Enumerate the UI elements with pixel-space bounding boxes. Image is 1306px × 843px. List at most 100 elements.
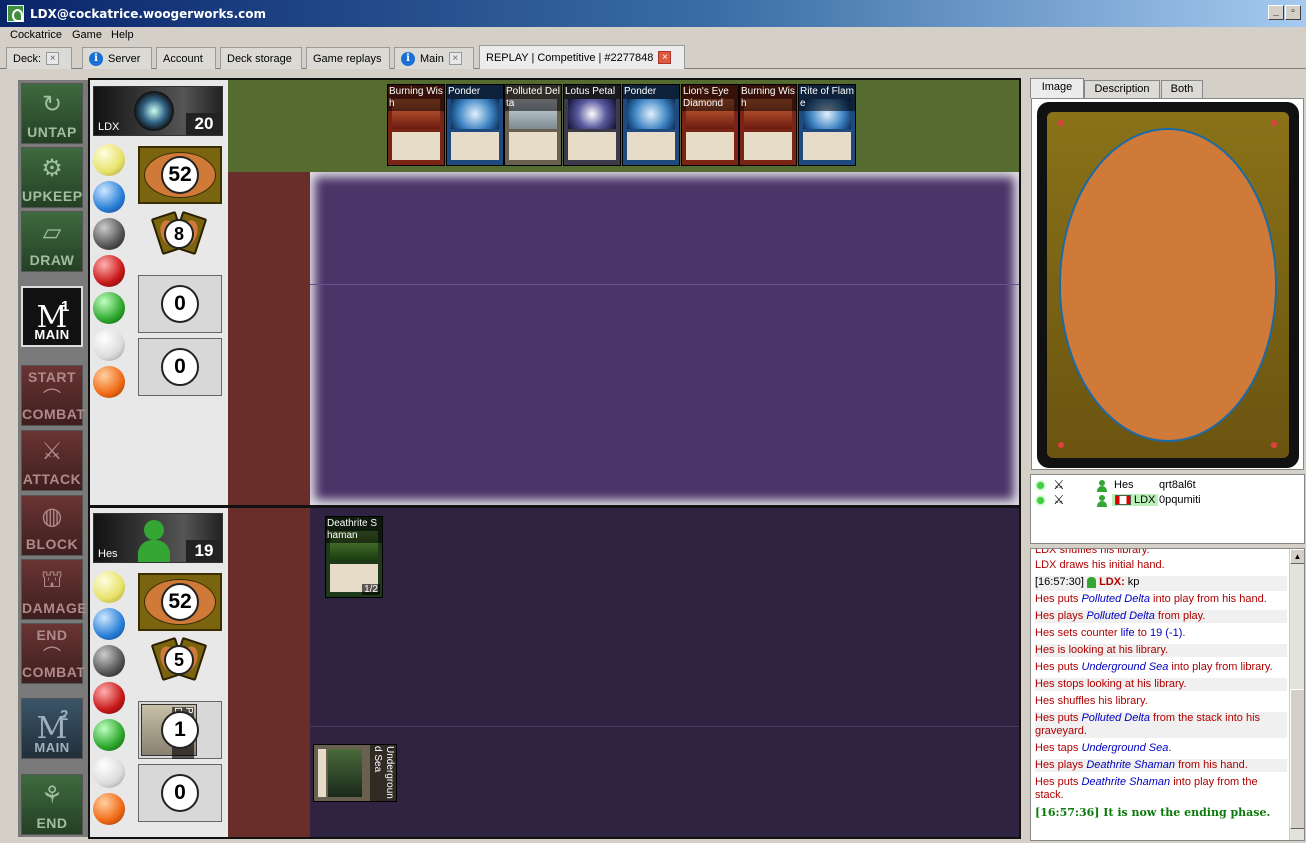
mana-green-counter[interactable] bbox=[93, 719, 125, 751]
card-draw-icon: ▱ bbox=[42, 219, 62, 246]
restore-button[interactable]: ▫ bbox=[1285, 5, 1301, 20]
phase-attack-button[interactable]: ⚔ ATTACK bbox=[21, 430, 83, 491]
untap-arrow-icon: ↻ bbox=[41, 91, 63, 118]
player-avatar: Hes 19 bbox=[93, 513, 223, 563]
mana-blue-counter[interactable] bbox=[93, 608, 125, 640]
player-graveyard[interactable]: Polluted Delta 1 bbox=[138, 701, 222, 759]
tab-deck-storage[interactable]: Deck storage bbox=[220, 47, 302, 69]
tab-main[interactable]: i Main × bbox=[394, 47, 474, 69]
phase-draw-button[interactable]: ▱ DRAW bbox=[21, 211, 83, 272]
opponent-life[interactable]: 20 bbox=[186, 113, 222, 135]
player-hand[interactable]: 5 bbox=[150, 636, 208, 684]
scroll-thumb[interactable] bbox=[1290, 689, 1304, 829]
opponent-stack-zone: Burning Wish Ponder Polluted Delta Lotus… bbox=[228, 80, 1019, 172]
phase-block-button[interactable]: ◍ BLOCK bbox=[21, 495, 83, 556]
phase-upkeep-button[interactable]: ⚙ UPKEEP bbox=[21, 147, 83, 208]
storm-counter[interactable] bbox=[93, 366, 125, 398]
tab-label: Server bbox=[108, 52, 141, 65]
phase-main1-button[interactable]: M 1 MAIN bbox=[21, 286, 83, 347]
tab-account[interactable]: Account bbox=[156, 47, 216, 69]
user-icon-body bbox=[138, 540, 170, 562]
gear-icon: ⚙ bbox=[41, 155, 63, 182]
user-icon bbox=[1087, 576, 1096, 588]
player-row[interactable]: ⚔ Hes qrt8al6t bbox=[1031, 477, 1304, 494]
phase-damage-button[interactable]: ⛫ DAMAGE bbox=[21, 559, 87, 620]
stack-card[interactable]: Rite of Flame bbox=[798, 84, 856, 166]
menu-help[interactable]: Help bbox=[111, 29, 134, 41]
tab-label: Account bbox=[163, 52, 203, 65]
mana-blue-counter[interactable] bbox=[93, 181, 125, 213]
menu-game[interactable]: Game bbox=[72, 29, 102, 41]
opponent-library[interactable]: 52 bbox=[138, 146, 222, 204]
opponent-battlefield[interactable] bbox=[310, 172, 1019, 505]
mana-white-counter[interactable] bbox=[93, 144, 125, 176]
tab-both[interactable]: Both bbox=[1161, 80, 1203, 98]
ready-status-icon bbox=[1037, 497, 1044, 504]
stack-card[interactable]: Burning Wish bbox=[739, 84, 797, 166]
minimize-button[interactable]: _ bbox=[1268, 5, 1284, 20]
mana-green-counter[interactable] bbox=[93, 292, 125, 324]
tab-label: REPLAY | Competitive | #2277848 bbox=[486, 51, 654, 64]
storm-counter[interactable] bbox=[93, 793, 125, 825]
phase-toolbar: ↻ UNTAP ⚙ UPKEEP ▱ DRAW M 1 MAIN START ⌒… bbox=[18, 80, 88, 837]
ready-status-icon bbox=[1037, 482, 1044, 489]
battlefield-card-tapped[interactable]: Underground Sea bbox=[313, 744, 397, 802]
close-icon[interactable]: × bbox=[448, 52, 462, 65]
mana-colorless-counter[interactable] bbox=[93, 756, 125, 788]
user-icon bbox=[1097, 480, 1107, 492]
player-battlefield[interactable]: Deathrite Shaman 1/2 Underground Sea bbox=[310, 508, 1019, 837]
close-icon[interactable]: × bbox=[46, 52, 60, 65]
battlefield-card[interactable]: Deathrite Shaman 1/2 bbox=[325, 516, 383, 598]
shield-icon: ◍ bbox=[41, 503, 63, 530]
tab-server[interactable]: i Server bbox=[82, 47, 152, 69]
window-title-bar: LDX@cockatrice.woogerworks.com _ ▫ bbox=[0, 0, 1306, 27]
menu-bar: Cockatrice Game Help bbox=[0, 27, 1306, 45]
stack-card[interactable]: Lion's Eye Diamond bbox=[681, 84, 739, 166]
user-icon bbox=[1097, 495, 1107, 507]
stack-card[interactable]: Ponder bbox=[622, 84, 680, 166]
sword-icon: ⚔ bbox=[1053, 492, 1065, 507]
mana-black-counter[interactable] bbox=[93, 645, 125, 677]
player-exile[interactable]: 0 bbox=[138, 764, 222, 822]
tombstone-icon: ⛫ bbox=[40, 566, 64, 593]
mana-black-counter[interactable] bbox=[93, 218, 125, 250]
stack-card[interactable]: Ponder bbox=[446, 84, 504, 166]
tab-description[interactable]: Description bbox=[1084, 80, 1160, 98]
phase-main2-button[interactable]: M 2 MAIN bbox=[21, 698, 83, 759]
tab-bar: Deck: × i Server Account Deck storage Ga… bbox=[0, 45, 1306, 69]
close-icon[interactable]: × bbox=[658, 51, 672, 64]
tab-game-replays[interactable]: Game replays bbox=[306, 47, 390, 69]
card-image-view bbox=[1031, 98, 1304, 470]
player-list: ⚔ Hes qrt8al6t ⚔ LDX 0pqumiti bbox=[1030, 474, 1305, 544]
opponent-exile[interactable]: 0 bbox=[138, 338, 222, 396]
opponent-graveyard[interactable]: 0 bbox=[138, 275, 222, 333]
tab-replay[interactable]: REPLAY | Competitive | #2277848 × bbox=[479, 45, 685, 69]
phase-start-combat-button[interactable]: START ⌒ COMBAT bbox=[21, 365, 85, 426]
phase-end-combat-button[interactable]: END ⌒ COMBAT bbox=[21, 623, 85, 684]
mana-white-counter[interactable] bbox=[93, 571, 125, 603]
player-info-panel: Hes 19 52 5 Polluted Delta 1 0 bbox=[88, 508, 228, 837]
player-library[interactable]: 52 bbox=[138, 573, 222, 631]
card-back-image bbox=[1037, 102, 1299, 468]
player-life[interactable]: 19 bbox=[186, 540, 222, 562]
opponent-hand[interactable]: 8 bbox=[150, 210, 208, 258]
dragon-avatar-icon bbox=[134, 91, 174, 131]
menu-cockatrice[interactable]: Cockatrice bbox=[10, 29, 62, 41]
tab-label: Deck: bbox=[13, 52, 42, 65]
opponent-info-panel: LDX 20 52 8 0 0 bbox=[88, 80, 228, 505]
stack-card[interactable]: Polluted Delta bbox=[504, 84, 562, 166]
mana-red-counter[interactable] bbox=[93, 682, 125, 714]
scroll-up-icon[interactable]: ▲ bbox=[1290, 549, 1304, 564]
stack-card[interactable]: Lotus Petal bbox=[563, 84, 621, 166]
player-row[interactable]: ⚔ LDX 0pqumiti bbox=[1031, 492, 1304, 509]
phase-untap-button[interactable]: ↻ UNTAP bbox=[21, 83, 83, 144]
stack-card[interactable]: Burning Wish bbox=[387, 84, 445, 166]
sword-icon: ⚔ bbox=[41, 438, 63, 465]
chat-scrollbar[interactable]: ▲ bbox=[1289, 549, 1304, 840]
mana-colorless-counter[interactable] bbox=[93, 329, 125, 361]
mana-red-counter[interactable] bbox=[93, 255, 125, 287]
info-icon: i bbox=[89, 51, 103, 66]
tab-deck[interactable]: Deck: × bbox=[6, 47, 72, 69]
tab-image[interactable]: Image bbox=[1030, 78, 1084, 98]
phase-end-button[interactable]: ⚘ END bbox=[21, 774, 83, 835]
